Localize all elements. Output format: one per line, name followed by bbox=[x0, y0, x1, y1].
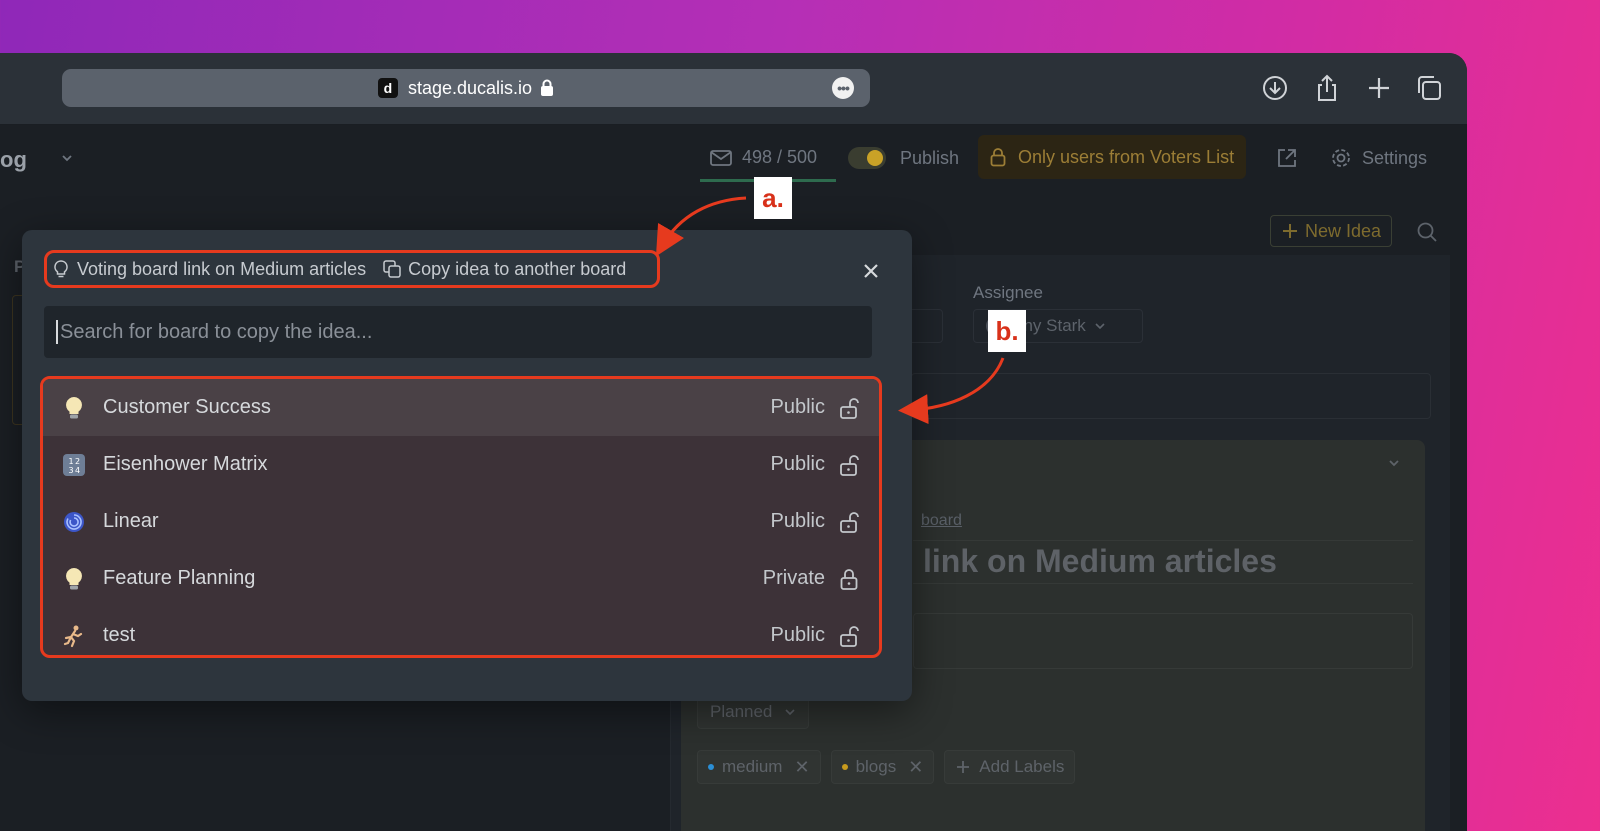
copy-idea-modal: Voting board link on Medium articles Cop… bbox=[22, 230, 912, 701]
voters-access-button[interactable]: Only users from Voters List bbox=[978, 135, 1247, 179]
publish-label: Publish bbox=[900, 147, 960, 168]
new-tab-icon[interactable] bbox=[1364, 73, 1394, 103]
chevron-down-icon bbox=[1095, 323, 1105, 330]
board-name: test bbox=[103, 624, 136, 646]
cyclone-icon bbox=[61, 509, 87, 535]
svg-text:2: 2 bbox=[75, 457, 80, 466]
board-option-linear[interactable]: Linear Public bbox=[43, 493, 879, 550]
assignee-label: Assignee bbox=[973, 283, 1043, 302]
idea-title[interactable]: link on Medium articles bbox=[923, 543, 1277, 580]
site-favicon: d bbox=[377, 78, 398, 98]
board-search[interactable] bbox=[44, 306, 872, 358]
label-color-dot bbox=[708, 764, 714, 770]
board-visibility: Public bbox=[770, 624, 825, 646]
chevron-down-icon bbox=[785, 709, 795, 716]
add-labels-label: Add Labels bbox=[979, 757, 1065, 776]
lock-icon bbox=[990, 148, 1006, 167]
board-visibility: Private bbox=[762, 567, 825, 589]
breadcrumb-idea[interactable]: Voting board link on Medium articles bbox=[77, 259, 366, 280]
url-text: stage.ducalis.io bbox=[407, 77, 533, 98]
svg-text:4: 4 bbox=[75, 466, 80, 475]
labels-list: medium ✕ blogs ✕ Add Labels bbox=[697, 750, 1076, 784]
board-search-input[interactable] bbox=[56, 320, 872, 344]
numbers-icon: 1 2 3 4 bbox=[61, 452, 87, 478]
remove-label-icon[interactable]: ✕ bbox=[908, 757, 923, 778]
lightbulb-icon bbox=[61, 395, 87, 421]
counter-text: 498 / 500 bbox=[742, 147, 818, 167]
toggle-switch[interactable] bbox=[848, 147, 886, 169]
board-list: Customer Success Public 1 2 3 4 Eisenhow… bbox=[40, 376, 882, 658]
label-chip[interactable]: medium ✕ bbox=[697, 750, 821, 784]
board-visibility: Public bbox=[770, 396, 825, 418]
copy-icon bbox=[383, 260, 401, 278]
board-option-customer-success[interactable]: Customer Success Public bbox=[43, 379, 879, 436]
chevron-down-icon[interactable] bbox=[1387, 456, 1401, 470]
label-name: medium bbox=[722, 757, 783, 776]
mail-icon bbox=[710, 149, 732, 166]
search-icon[interactable] bbox=[1416, 221, 1438, 243]
board-visibility: Public bbox=[770, 510, 825, 532]
board-link[interactable]: board bbox=[921, 512, 962, 530]
unlocked-icon bbox=[840, 511, 859, 533]
board-option-feature-planning[interactable]: Feature Planning Private bbox=[43, 550, 879, 607]
gear-icon bbox=[1332, 149, 1350, 167]
board-name: Customer Success bbox=[103, 396, 271, 418]
board-option-eisenhower-matrix[interactable]: 1 2 3 4 Eisenhower Matrix Public bbox=[43, 436, 879, 493]
board-name: Feature Planning bbox=[103, 567, 256, 589]
board-option-test[interactable]: test Public bbox=[43, 607, 879, 655]
address-bar[interactable]: d stage.ducalis.io ••• bbox=[62, 69, 870, 107]
runner-icon bbox=[61, 623, 87, 649]
breadcrumb: Voting board link on Medium articles Cop… bbox=[44, 250, 660, 288]
new-idea-button[interactable]: New Idea bbox=[1270, 215, 1393, 247]
board-name: Eisenhower Matrix bbox=[103, 453, 268, 475]
annotation-a: a. bbox=[754, 177, 792, 219]
divider bbox=[913, 583, 1413, 584]
svg-text:3: 3 bbox=[69, 466, 74, 475]
app-header: og 498 / 500 Publish Only users from Vot… bbox=[0, 125, 1467, 195]
external-link-icon[interactable] bbox=[1276, 147, 1298, 169]
download-icon[interactable] bbox=[1260, 73, 1290, 103]
label-chip[interactable]: blogs ✕ bbox=[830, 750, 935, 784]
close-icon[interactable] bbox=[862, 262, 880, 280]
lightbulb-icon bbox=[54, 260, 68, 278]
board-title[interactable]: og bbox=[0, 147, 27, 173]
voters-label: Only users from Voters List bbox=[1018, 146, 1235, 167]
new-idea-label: New Idea bbox=[1305, 220, 1382, 241]
status-label: Planned bbox=[710, 702, 773, 721]
vote-counter[interactable]: 498 / 500 bbox=[710, 147, 817, 168]
publish-toggle[interactable]: Publish bbox=[848, 147, 959, 169]
description-box[interactable] bbox=[913, 613, 1413, 669]
panel-field bbox=[911, 373, 1431, 419]
breadcrumb-action: Copy idea to another board bbox=[408, 258, 627, 279]
page-menu-button[interactable]: ••• bbox=[832, 77, 854, 99]
board-visibility: Public bbox=[770, 453, 825, 475]
unlocked-icon bbox=[840, 397, 859, 419]
remove-label-icon[interactable]: ✕ bbox=[794, 757, 809, 778]
lock-icon bbox=[840, 568, 858, 590]
annotation-b: b. bbox=[988, 310, 1026, 352]
secure-lock-icon bbox=[541, 79, 554, 96]
tabs-overview-icon[interactable] bbox=[1414, 73, 1444, 103]
share-icon[interactable] bbox=[1312, 73, 1342, 103]
unlocked-icon bbox=[840, 625, 859, 647]
browser-toolbar: d stage.ducalis.io ••• bbox=[0, 53, 1467, 125]
add-labels-button[interactable]: Add Labels bbox=[944, 750, 1076, 784]
settings-button[interactable]: Settings bbox=[1330, 147, 1427, 169]
label-color-dot bbox=[841, 764, 848, 770]
plus-icon bbox=[957, 761, 970, 773]
divider bbox=[913, 540, 1413, 541]
settings-label: Settings bbox=[1362, 147, 1428, 168]
plus-icon bbox=[1283, 224, 1297, 238]
chevron-down-icon[interactable] bbox=[60, 151, 74, 165]
lightbulb-icon bbox=[61, 566, 87, 592]
board-name: Linear bbox=[103, 510, 159, 532]
label-name: blogs bbox=[855, 757, 897, 776]
svg-text:1: 1 bbox=[69, 457, 74, 466]
unlocked-icon bbox=[840, 454, 859, 476]
